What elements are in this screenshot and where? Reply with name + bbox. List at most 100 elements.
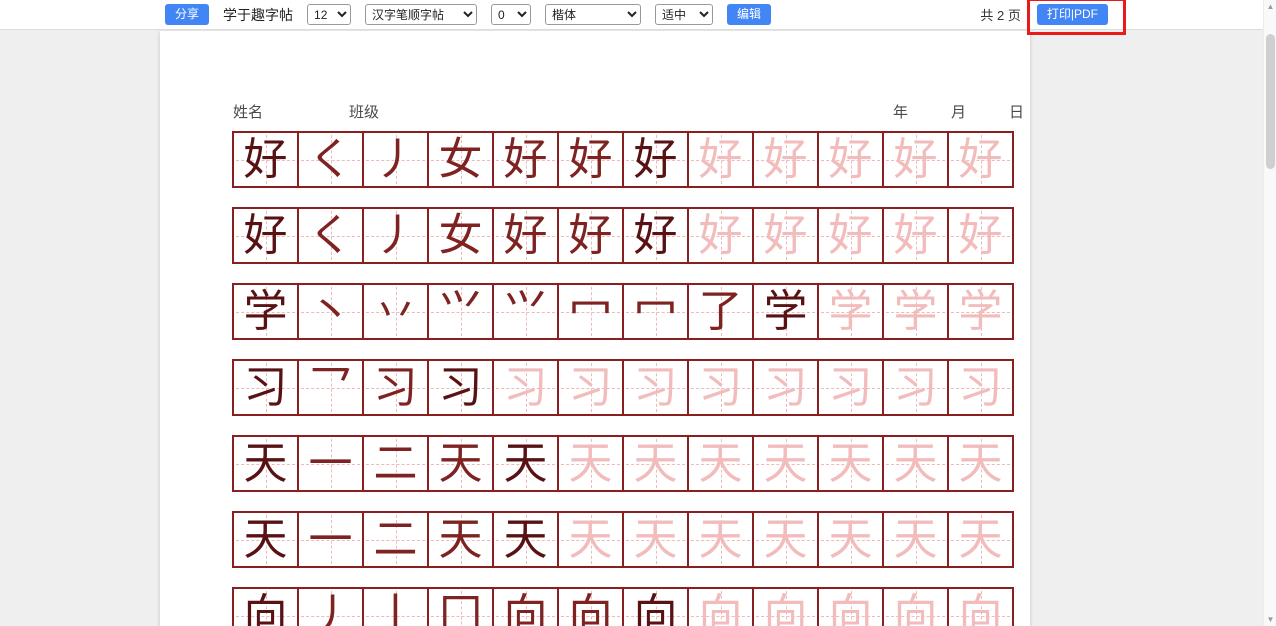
practice-cell: 好 xyxy=(232,131,299,188)
practice-glyph: 天 xyxy=(884,437,947,490)
practice-glyph: 学 xyxy=(819,285,882,338)
practice-glyph: 天 xyxy=(234,437,297,490)
copybook-type-select[interactable]: 汉字笔顺字帖 xyxy=(365,4,477,25)
practice-cell: 二 xyxy=(362,511,429,568)
practice-cell: 天 xyxy=(622,435,689,492)
practice-cell: 向 xyxy=(947,587,1014,626)
scroll-down-icon[interactable]: ▼ xyxy=(1264,613,1276,626)
toolbar-left-group: 分享 学于趣字帖 12 汉字笔顺字帖 0 楷体 适中 编辑 xyxy=(165,4,980,26)
practice-glyph: 天 xyxy=(819,513,882,566)
practice-cell: 天 xyxy=(427,435,494,492)
edit-button[interactable]: 编辑 xyxy=(727,4,771,26)
page-count: 共 2 页 xyxy=(980,5,1020,24)
practice-cell: 女 xyxy=(427,207,494,264)
practice-cell: 学 xyxy=(232,283,299,340)
practice-glyph: 好 xyxy=(949,133,1012,186)
practice-cell: 丷 xyxy=(362,283,429,340)
practice-cell: 向 xyxy=(817,587,884,626)
practice-cell: 好 xyxy=(622,207,689,264)
practice-glyph: 向 xyxy=(494,589,557,626)
practice-cell: 天 xyxy=(947,511,1014,568)
practice-glyph: 好 xyxy=(819,209,882,262)
practice-glyph: 习 xyxy=(234,361,297,414)
practice-glyph: 学 xyxy=(884,285,947,338)
practice-glyph: 好 xyxy=(689,209,752,262)
practice-glyph: 天 xyxy=(494,513,557,566)
class-label: 班级 xyxy=(349,101,379,122)
practice-cell: 天 xyxy=(817,435,884,492)
practice-cell: 好 xyxy=(752,207,819,264)
practice-cell: 天 xyxy=(687,435,754,492)
practice-glyph: 天 xyxy=(559,437,622,490)
practice-glyph: ⺍ xyxy=(429,285,492,338)
practice-cell: 二 xyxy=(362,435,429,492)
practice-cell: 向 xyxy=(492,587,559,626)
practice-glyph: 好 xyxy=(494,209,557,262)
practice-cell: 习 xyxy=(492,359,559,416)
practice-glyph: 天 xyxy=(689,437,752,490)
practice-cell: 天 xyxy=(882,435,949,492)
print-pdf-button[interactable]: 打印|PDF xyxy=(1037,4,1108,26)
practice-cell: 天 xyxy=(232,511,299,568)
practice-glyph: 丶 xyxy=(299,285,362,338)
density-select[interactable]: 适中 xyxy=(655,4,713,25)
practice-glyph: 学 xyxy=(949,285,1012,338)
app-screen: 分享 学于趣字帖 12 汉字笔顺字帖 0 楷体 适中 编辑 共 2 页 打印|P… xyxy=(0,0,1276,626)
practice-cell: 天 xyxy=(427,511,494,568)
practice-cell: 好 xyxy=(687,207,754,264)
practice-cell: 好 xyxy=(752,131,819,188)
scroll-up-icon[interactable]: ▲ xyxy=(1264,0,1276,13)
practice-glyph: 天 xyxy=(949,513,1012,566)
practice-row: 习乛习习习习习习习习习习 xyxy=(232,359,1014,416)
practice-glyph: 向 xyxy=(624,589,687,626)
practice-cell: 好 xyxy=(557,207,624,264)
practice-cell: 天 xyxy=(947,435,1014,492)
brand-title: 学于趣字帖 xyxy=(223,5,293,25)
font-family-select[interactable]: 楷体 xyxy=(545,4,641,25)
practice-grid: 好く丿女好好好好好好好好好く丿女好好好好好好好好学丶丷⺍⺍冖冖了学学学学习乛习习… xyxy=(232,131,1014,626)
practice-cell: 天 xyxy=(817,511,884,568)
practice-cell: 好 xyxy=(557,131,624,188)
practice-cell: 习 xyxy=(752,359,819,416)
practice-glyph: 习 xyxy=(819,361,882,414)
practice-glyph: 向 xyxy=(234,589,297,626)
practice-glyph: く xyxy=(299,209,362,262)
practice-cell: 学 xyxy=(882,283,949,340)
practice-glyph: 天 xyxy=(754,513,817,566)
practice-glyph: 好 xyxy=(884,209,947,262)
month-label: 月 xyxy=(951,101,966,122)
practice-cell: 丿 xyxy=(362,207,429,264)
practice-glyph: 一 xyxy=(299,437,362,490)
practice-cell: ⺍ xyxy=(492,283,559,340)
share-button[interactable]: 分享 xyxy=(165,4,209,26)
scrollbar-thumb[interactable] xyxy=(1266,34,1275,169)
name-label: 姓名 xyxy=(233,101,263,122)
offset-select[interactable]: 0 xyxy=(491,4,531,25)
practice-cell: 天 xyxy=(882,511,949,568)
practice-cell: 冂 xyxy=(427,587,494,626)
practice-glyph: 天 xyxy=(884,513,947,566)
scrollbar[interactable]: ▲ ▼ xyxy=(1263,0,1276,626)
practice-glyph: 天 xyxy=(949,437,1012,490)
practice-cell: 学 xyxy=(817,283,884,340)
practice-row: 学丶丷⺍⺍冖冖了学学学学 xyxy=(232,283,1014,340)
practice-cell: 天 xyxy=(232,435,299,492)
practice-cell: 一 xyxy=(297,435,364,492)
practice-glyph: 学 xyxy=(754,285,817,338)
practice-glyph: 天 xyxy=(559,513,622,566)
practice-cell: 天 xyxy=(752,435,819,492)
sheet-header: 姓名 班级 年 月 日 xyxy=(160,101,1030,121)
practice-cell: く xyxy=(297,131,364,188)
practice-cell: 冖 xyxy=(622,283,689,340)
practice-glyph: 天 xyxy=(429,513,492,566)
copybook-page: 姓名 班级 年 月 日 好く丿女好好好好好好好好好く丿女好好好好好好好好学丶丷⺍… xyxy=(160,31,1030,626)
practice-glyph: 天 xyxy=(234,513,297,566)
practice-glyph: 好 xyxy=(949,209,1012,262)
font-size-select[interactable]: 12 xyxy=(307,4,351,25)
practice-cell: 好 xyxy=(687,131,754,188)
practice-glyph: 天 xyxy=(754,437,817,490)
practice-glyph: 向 xyxy=(689,589,752,626)
practice-glyph: 习 xyxy=(689,361,752,414)
practice-cell: 向 xyxy=(622,587,689,626)
practice-cell: 了 xyxy=(687,283,754,340)
